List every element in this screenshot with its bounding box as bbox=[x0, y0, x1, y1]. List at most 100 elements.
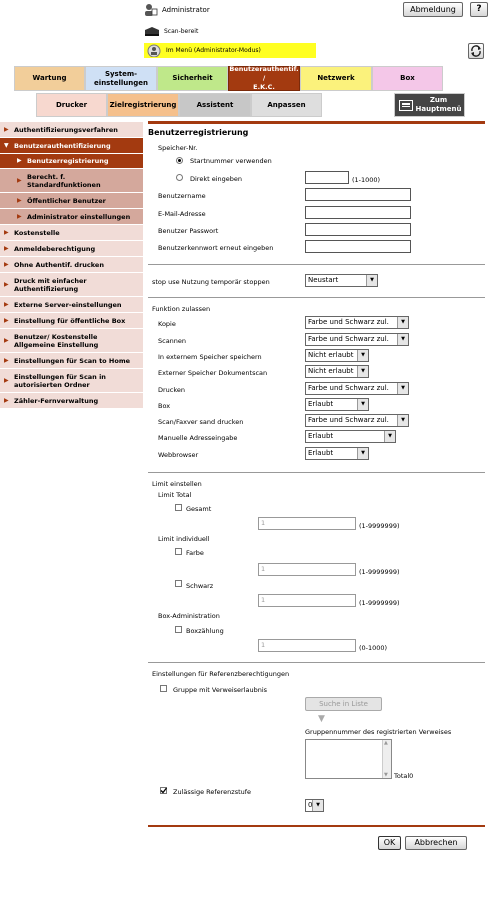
function-label-box: Box bbox=[158, 402, 171, 410]
chevron-down-icon: ▼ bbox=[357, 350, 368, 361]
sidebar-authentifizierungsverfahren[interactable]: ▶ Authentifizierungsverfahren bbox=[0, 122, 143, 138]
tab-drucker[interactable]: Drucker bbox=[36, 93, 107, 117]
sidebar-label: Externe Server-einstellungen bbox=[14, 300, 122, 309]
select-value: Nicht erlaubt bbox=[308, 367, 354, 375]
home-menu-label: Zum Hauptmenü bbox=[415, 96, 462, 113]
zulaessige-checkbox[interactable] bbox=[160, 787, 167, 794]
limit-title: Limit einstellen bbox=[152, 480, 202, 488]
schwarz-checkbox[interactable] bbox=[175, 580, 182, 587]
password-input[interactable] bbox=[305, 223, 411, 236]
refresh-button[interactable] bbox=[468, 43, 484, 59]
limit-total-label: Limit Total bbox=[158, 491, 192, 499]
arrow-right-icon: ▶ bbox=[4, 336, 9, 344]
tab-wartung[interactable]: Wartung bbox=[14, 66, 85, 91]
select-box[interactable]: Erlaubt ▼ bbox=[305, 398, 369, 411]
scroll-down-icon[interactable]: ▼ bbox=[384, 772, 388, 778]
sidebar-label: Benutzerauthentifizierung bbox=[14, 141, 111, 150]
sidebar-allgemeine-einstellung[interactable]: ▶ Benutzer/ Kostenstelle Allgemeine Einst… bbox=[0, 329, 143, 353]
bottom-rule bbox=[148, 825, 485, 827]
chevron-down-icon: ▼ bbox=[312, 800, 323, 811]
sidebar-berecht-standardfunktionen[interactable]: ▶ Berecht. f. Standardfunktionen bbox=[0, 169, 143, 193]
farbe-input[interactable]: 1 bbox=[258, 563, 356, 576]
gruppe-checkbox[interactable] bbox=[160, 685, 167, 692]
boxzahlung-label: Boxzählung bbox=[186, 627, 224, 635]
ok-button[interactable]: OK bbox=[378, 836, 401, 850]
function-label-webbrowser: Webbrowser bbox=[158, 451, 199, 459]
scanner-icon bbox=[145, 27, 159, 36]
select-ext-scan[interactable]: Nicht erlaubt ▼ bbox=[305, 365, 369, 378]
schwarz-input[interactable]: 1 bbox=[258, 594, 356, 607]
sidebar-oeffentliche-box[interactable]: ▶ Einstellung für öffentliche Box bbox=[0, 313, 143, 329]
help-button[interactable]: ? bbox=[470, 2, 488, 17]
home-menu-icon bbox=[399, 100, 413, 111]
sidebar-label: Einstellung für öffentliche Box bbox=[14, 316, 126, 325]
chevron-down-icon: ▼ bbox=[384, 431, 395, 442]
sidebar-benutzerauthentifizierung[interactable]: ▼ Benutzerauthentifizierung bbox=[0, 138, 143, 154]
referenzstufe-select[interactable]: 0 ▼ bbox=[305, 799, 324, 812]
sidebar-druck-einfacher-authentifizierung[interactable]: ▶ Druck mit einfacher Authentifizierung bbox=[0, 273, 143, 297]
box-admin-label: Box-Administration bbox=[158, 612, 220, 620]
home-menu-button[interactable]: Zum Hauptmenü bbox=[394, 93, 465, 117]
gruppennummer-list[interactable]: ▲ ▼ bbox=[305, 739, 392, 779]
sidebar-externe-server[interactable]: ▶ Externe Server-einstellungen bbox=[0, 297, 143, 313]
chevron-down-icon: ▼ bbox=[357, 399, 368, 410]
sidebar-kostenstelle[interactable]: ▶ Kostenstelle bbox=[0, 225, 143, 241]
arrow-right-icon: ▶ bbox=[4, 376, 9, 384]
tab-assistent[interactable]: Assistent bbox=[179, 93, 251, 117]
function-label-drucken: Drucken bbox=[158, 386, 186, 394]
password2-input[interactable] bbox=[305, 240, 411, 253]
boxzahlung-input[interactable]: 1 bbox=[258, 639, 356, 652]
admin-mode-text: Im Menü (Administrator-Modus) bbox=[166, 47, 261, 54]
administrator-icon bbox=[145, 4, 158, 16]
tab-benutzerauthentif[interactable]: Benutzerauthentif. / E.K.C. bbox=[228, 65, 300, 91]
gesamt-label: Gesamt bbox=[186, 505, 212, 513]
tab-anpassen[interactable]: Anpassen bbox=[251, 93, 322, 117]
email-input[interactable] bbox=[305, 206, 411, 219]
select-value: Farbe und Schwarz zul. bbox=[308, 335, 389, 343]
select-webbrowser[interactable]: Erlaubt ▼ bbox=[305, 447, 369, 460]
sidebar-scan-autorisierten-ordner[interactable]: ▶ Einstellungen für Scan in autorisierten… bbox=[0, 369, 143, 393]
tab-netzwerk[interactable]: Netzwerk bbox=[300, 66, 372, 91]
select-scannen[interactable]: Farbe und Schwarz zul. ▼ bbox=[305, 333, 409, 346]
farbe-checkbox[interactable] bbox=[175, 548, 182, 555]
status-text: Scan-bereit bbox=[164, 28, 199, 35]
list-scrollbar[interactable]: ▲ ▼ bbox=[382, 740, 391, 778]
gruppe-label: Gruppe mit Verweiserlaubnis bbox=[173, 686, 268, 694]
sidebar-zaehler-fernverwaltung[interactable]: ▶ Zähler-Fernverwaltung bbox=[0, 393, 143, 409]
tab-sicherheit[interactable]: Sicherheit bbox=[157, 66, 228, 91]
tab-zielregistrierung[interactable]: Zielregistrierung bbox=[107, 93, 179, 117]
arrow-down-icon: ▼ bbox=[4, 141, 9, 149]
sidebar-label: Administrator einstellungen bbox=[27, 212, 131, 221]
sidebar-benutzerregistrierung[interactable]: ▶ Benutzerregistrierung bbox=[0, 154, 143, 169]
select-drucken[interactable]: Farbe und Schwarz zul. ▼ bbox=[305, 382, 409, 395]
arrow-right-icon: ▶ bbox=[17, 176, 22, 184]
select-scanfax[interactable]: Farbe und Schwarz zul. ▼ bbox=[305, 414, 409, 427]
logout-button[interactable]: Abmeldung bbox=[403, 2, 463, 17]
gesamt-input[interactable]: 1 bbox=[258, 517, 356, 530]
gesamt-checkbox[interactable] bbox=[175, 504, 182, 511]
chevron-down-icon: ▼ bbox=[366, 275, 377, 286]
sidebar-oeffentlicher-benutzer[interactable]: ▶ Öffentlicher Benutzer bbox=[0, 193, 143, 209]
select-adresseingabe[interactable]: Erlaubt ▼ bbox=[305, 430, 396, 443]
username-input[interactable] bbox=[305, 188, 411, 201]
sidebar-scan-to-home[interactable]: ▶ Einstellungen für Scan to Home bbox=[0, 353, 143, 369]
radio-startnummer[interactable] bbox=[176, 157, 183, 164]
radio-direkt[interactable] bbox=[176, 174, 183, 181]
sidebar-administrator-einstellungen[interactable]: ▶ Administrator einstellungen bbox=[0, 209, 143, 225]
stop-use-select[interactable]: Neustart ▼ bbox=[305, 274, 378, 287]
tab-box[interactable]: Box bbox=[372, 66, 443, 91]
check-icon bbox=[160, 787, 167, 794]
sidebar-anmeldeberechtigung[interactable]: ▶ Anmeldeberechtigung bbox=[0, 241, 143, 257]
abbrechen-button[interactable]: Abbrechen bbox=[405, 836, 467, 850]
funktion-title: Funktion zulassen bbox=[152, 305, 211, 313]
select-kopie[interactable]: Farbe und Schwarz zul. ▼ bbox=[305, 316, 409, 329]
speicher-nr-input[interactable] bbox=[305, 171, 349, 184]
sidebar-label: Benutzerregistrierung bbox=[27, 157, 109, 165]
tab-system[interactable]: System- einstellungen bbox=[85, 66, 157, 91]
sidebar-ohne-authentif-drucken[interactable]: ▶ Ohne Authentif. drucken bbox=[0, 257, 143, 273]
suche-in-liste-button[interactable]: Suche in Liste bbox=[305, 697, 382, 711]
select-ext-speichern[interactable]: Nicht erlaubt ▼ bbox=[305, 349, 369, 362]
arrow-right-icon: ▶ bbox=[4, 244, 9, 252]
scroll-up-icon[interactable]: ▲ bbox=[384, 740, 388, 746]
boxzahlung-checkbox[interactable] bbox=[175, 626, 182, 633]
